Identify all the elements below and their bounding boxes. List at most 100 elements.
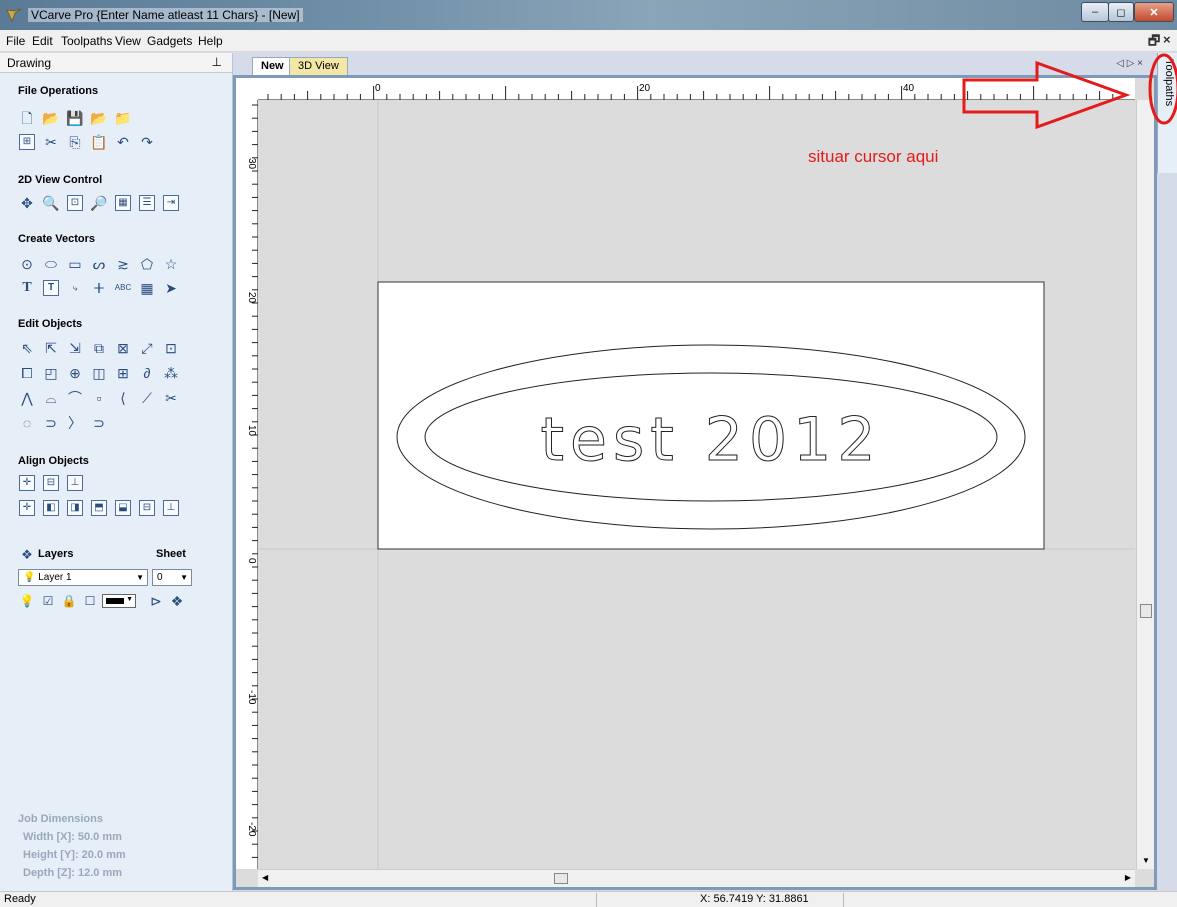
curve-fit-icon[interactable]: ⊃	[90, 414, 108, 432]
circle-icon[interactable]: ⊙	[18, 255, 36, 273]
pan-icon[interactable]: ✥	[18, 194, 36, 212]
select-icon[interactable]: ⇖	[18, 339, 36, 357]
array-icon[interactable]: ⊞	[114, 364, 132, 382]
new-file-icon[interactable]: 🗋	[18, 109, 36, 127]
resize-icon[interactable]: ◰	[42, 364, 60, 382]
view-snap-icon[interactable]: ⇥	[163, 195, 179, 211]
undo-icon[interactable]: ↶	[114, 133, 132, 151]
node-edit-icon[interactable]: ⇱	[42, 339, 60, 357]
layer-color-picker[interactable]: ▼	[102, 594, 136, 608]
tab-new[interactable]: New	[252, 57, 293, 75]
nest-icon[interactable]: ⁂	[162, 364, 180, 382]
scale-icon[interactable]: ⊡	[162, 339, 180, 357]
menu-view[interactable]: View	[115, 34, 141, 48]
align-center-h-icon[interactable]: ⊟	[43, 475, 59, 491]
rectangle-icon[interactable]: ▭	[66, 255, 84, 273]
menu-file[interactable]: File	[6, 34, 25, 48]
transform-icon[interactable]: ⇲	[66, 339, 84, 357]
auto-layout-text-icon[interactable]: T	[43, 280, 59, 296]
delete-icon[interactable]: ⊠	[114, 339, 132, 357]
drawing-canvas[interactable]: test 2012	[258, 100, 1135, 869]
zoom-extents-icon[interactable]: ⊡	[67, 195, 83, 211]
align-page-center-icon[interactable]: ✛	[19, 500, 35, 516]
menu-gadgets[interactable]: Gadgets	[147, 34, 192, 48]
pin-icon[interactable]: ⊥	[212, 55, 222, 69]
align-middle-v-icon[interactable]: ⊥	[163, 500, 179, 516]
weld-icon[interactable]: ⋀	[18, 389, 36, 407]
tab-scroll-controls[interactable]: ◁ ▷ ×	[1116, 58, 1143, 69]
text-on-curve-icon[interactable]: ⤷	[66, 279, 84, 297]
offset-icon[interactable]: ◌	[18, 414, 36, 432]
subtract-icon[interactable]: ⌓	[42, 389, 60, 407]
fit-text-icon[interactable]: ▦	[138, 279, 156, 297]
arc-text-icon[interactable]: ABC	[114, 279, 132, 297]
paste-icon[interactable]: 📋	[90, 133, 108, 151]
align-middle-h-icon[interactable]: ⊟	[139, 500, 155, 516]
align-bottom-icon[interactable]: ⬓	[115, 500, 131, 516]
zoom-box-icon[interactable]: 🔍	[42, 194, 60, 212]
menu-edit[interactable]: Edit	[32, 34, 53, 48]
redo-icon[interactable]: ↷	[138, 133, 156, 151]
intersect-icon[interactable]: ⌒	[66, 389, 84, 407]
join-icon[interactable]: ∂	[138, 364, 156, 382]
toolpaths-side-tab[interactable]: Toolpaths	[1157, 53, 1177, 173]
maximize-button[interactable]: ◻	[1108, 2, 1134, 22]
trim-icon[interactable]: ▫	[90, 389, 108, 407]
layer-visible-checkbox[interactable]: ☑	[39, 592, 57, 610]
close-button[interactable]: ✕	[1134, 2, 1174, 22]
layer-visible-icon[interactable]: 💡	[18, 592, 36, 610]
rotate-icon[interactable]: ⊕	[66, 364, 84, 382]
horizontal-scrollbar[interactable]: ◀ ▶	[258, 869, 1135, 887]
align-right-icon[interactable]: ◨	[67, 500, 83, 516]
align-left-icon[interactable]: ◧	[43, 500, 59, 516]
smooth-icon[interactable]: ⊃	[42, 414, 60, 432]
align-center-icon[interactable]: ✛	[19, 475, 35, 491]
copy-icon[interactable]: ⎘	[66, 133, 84, 151]
import-icon[interactable]: 📂	[90, 109, 108, 127]
curve-icon[interactable]: ≳	[114, 255, 132, 273]
measure-icon[interactable]: ⤢	[138, 339, 156, 357]
layer-manager-icon[interactable]: ⊳	[147, 592, 165, 610]
save-icon[interactable]: 💾	[66, 109, 84, 127]
mirror-icon[interactable]: ◫	[90, 364, 108, 382]
export-icon[interactable]: 📁	[114, 109, 132, 127]
view-grid-icon[interactable]: ☰	[139, 195, 155, 211]
zoom-out-icon[interactable]: 🔎	[90, 194, 108, 212]
close-vector-icon[interactable]: 〉	[66, 414, 84, 432]
align-top-icon[interactable]: ⬒	[91, 500, 107, 516]
cut-icon[interactable]: ✂	[42, 133, 60, 151]
polygon-icon[interactable]: ⬠	[138, 255, 156, 273]
vertical-scroll-thumb[interactable]	[1140, 604, 1152, 618]
scroll-left-arrow-icon[interactable]: ◀	[262, 873, 268, 882]
polyline-icon[interactable]: ᔕ	[90, 255, 108, 273]
scroll-right-arrow-icon[interactable]: ▶	[1125, 873, 1131, 882]
minimize-button[interactable]: –	[1081, 2, 1109, 22]
horizontal-scroll-thumb[interactable]	[554, 873, 568, 884]
layer-lock-icon[interactable]: 🔒	[60, 592, 78, 610]
layer-stack-icon[interactable]: ❖	[168, 592, 186, 610]
text-icon[interactable]: T	[18, 279, 36, 297]
tab-3d-view[interactable]: 3D View	[289, 57, 348, 75]
layer-select[interactable]: 💡 Layer 1 ▼	[18, 569, 148, 586]
select-all-icon[interactable]: ⊞	[19, 134, 35, 150]
group-icon[interactable]: ⧠	[18, 364, 36, 382]
sheet-select[interactable]: 0 ▼	[152, 569, 192, 586]
scissors-icon[interactable]: ✂	[162, 389, 180, 407]
bend-text-icon[interactable]: ⵜ	[90, 279, 108, 297]
open-folder-icon[interactable]: 📂	[42, 109, 60, 127]
ellipse-icon[interactable]: ⬭	[42, 255, 60, 273]
menu-toolpaths[interactable]: Toolpaths	[61, 34, 112, 48]
mdi-restore-button[interactable]: 🗗	[1148, 32, 1160, 54]
engraved-text[interactable]: test 2012	[540, 405, 882, 476]
star-icon[interactable]: ☆	[162, 255, 180, 273]
menu-help[interactable]: Help	[198, 34, 223, 48]
mdi-close-button[interactable]: ×	[1163, 32, 1171, 47]
move-icon[interactable]: ⧉	[90, 339, 108, 357]
view-material-icon[interactable]: ▦	[115, 195, 131, 211]
cursor-bird-icon[interactable]: ➤	[162, 279, 180, 297]
align-center-v-icon[interactable]: ⊥	[67, 475, 83, 491]
vertical-scrollbar[interactable]: ▼	[1136, 100, 1154, 869]
extend-icon[interactable]: ⟋	[138, 389, 156, 407]
scroll-down-arrow-icon[interactable]: ▼	[1142, 856, 1150, 865]
layer-lock-checkbox[interactable]: ☐	[81, 592, 99, 610]
